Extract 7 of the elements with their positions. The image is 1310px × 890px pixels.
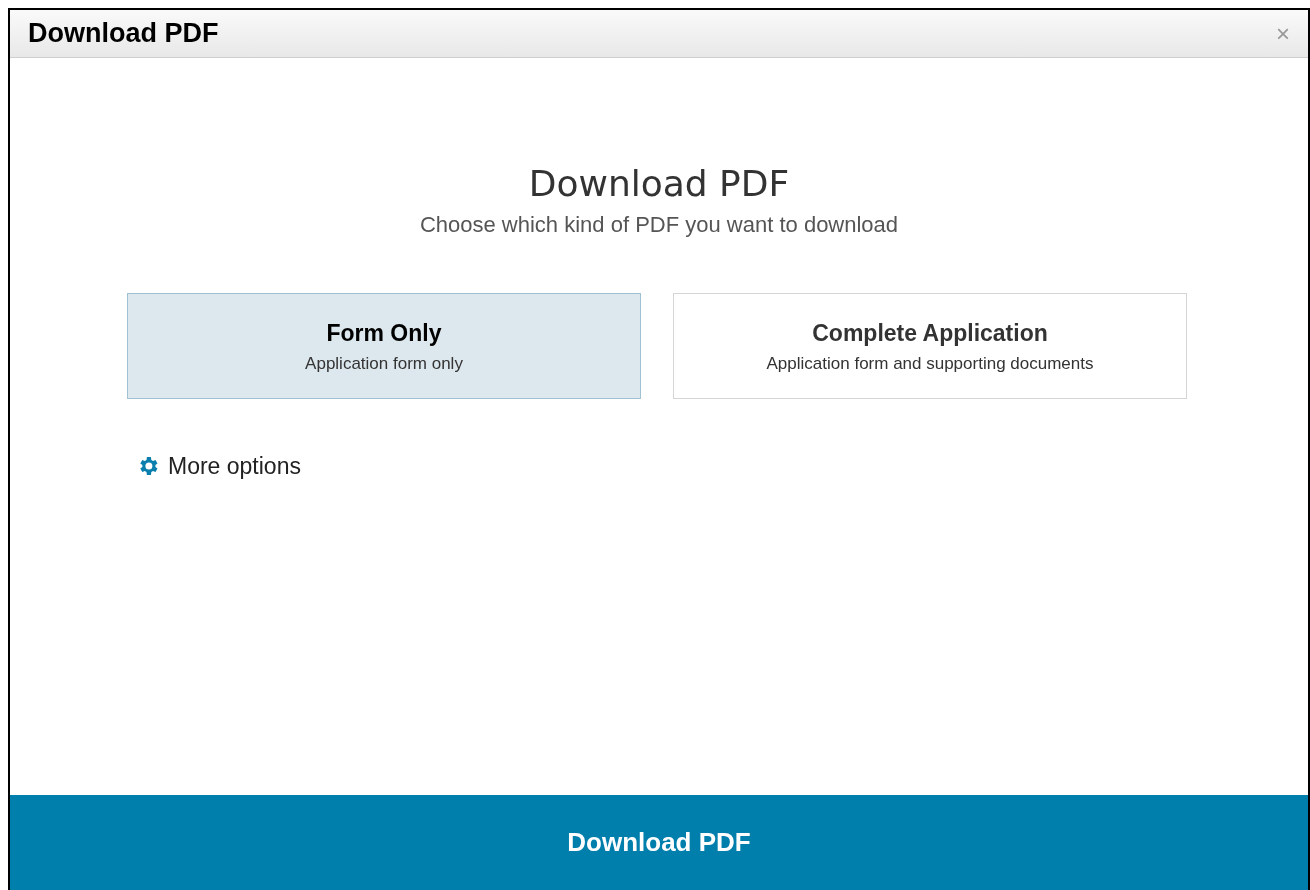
download-button[interactable]: Download PDF bbox=[10, 795, 1308, 890]
more-options-link[interactable]: More options bbox=[136, 449, 301, 484]
subtitle: Choose which kind of PDF you want to download bbox=[419, 211, 899, 239]
option-card[interactable]: Form Only Application form only bbox=[127, 293, 641, 399]
dialog-title: Download PDF bbox=[28, 17, 219, 51]
option-card[interactable]: Complete Application Application form and supporting documents bbox=[673, 293, 1187, 399]
heading: Download PDF bbox=[528, 162, 790, 206]
